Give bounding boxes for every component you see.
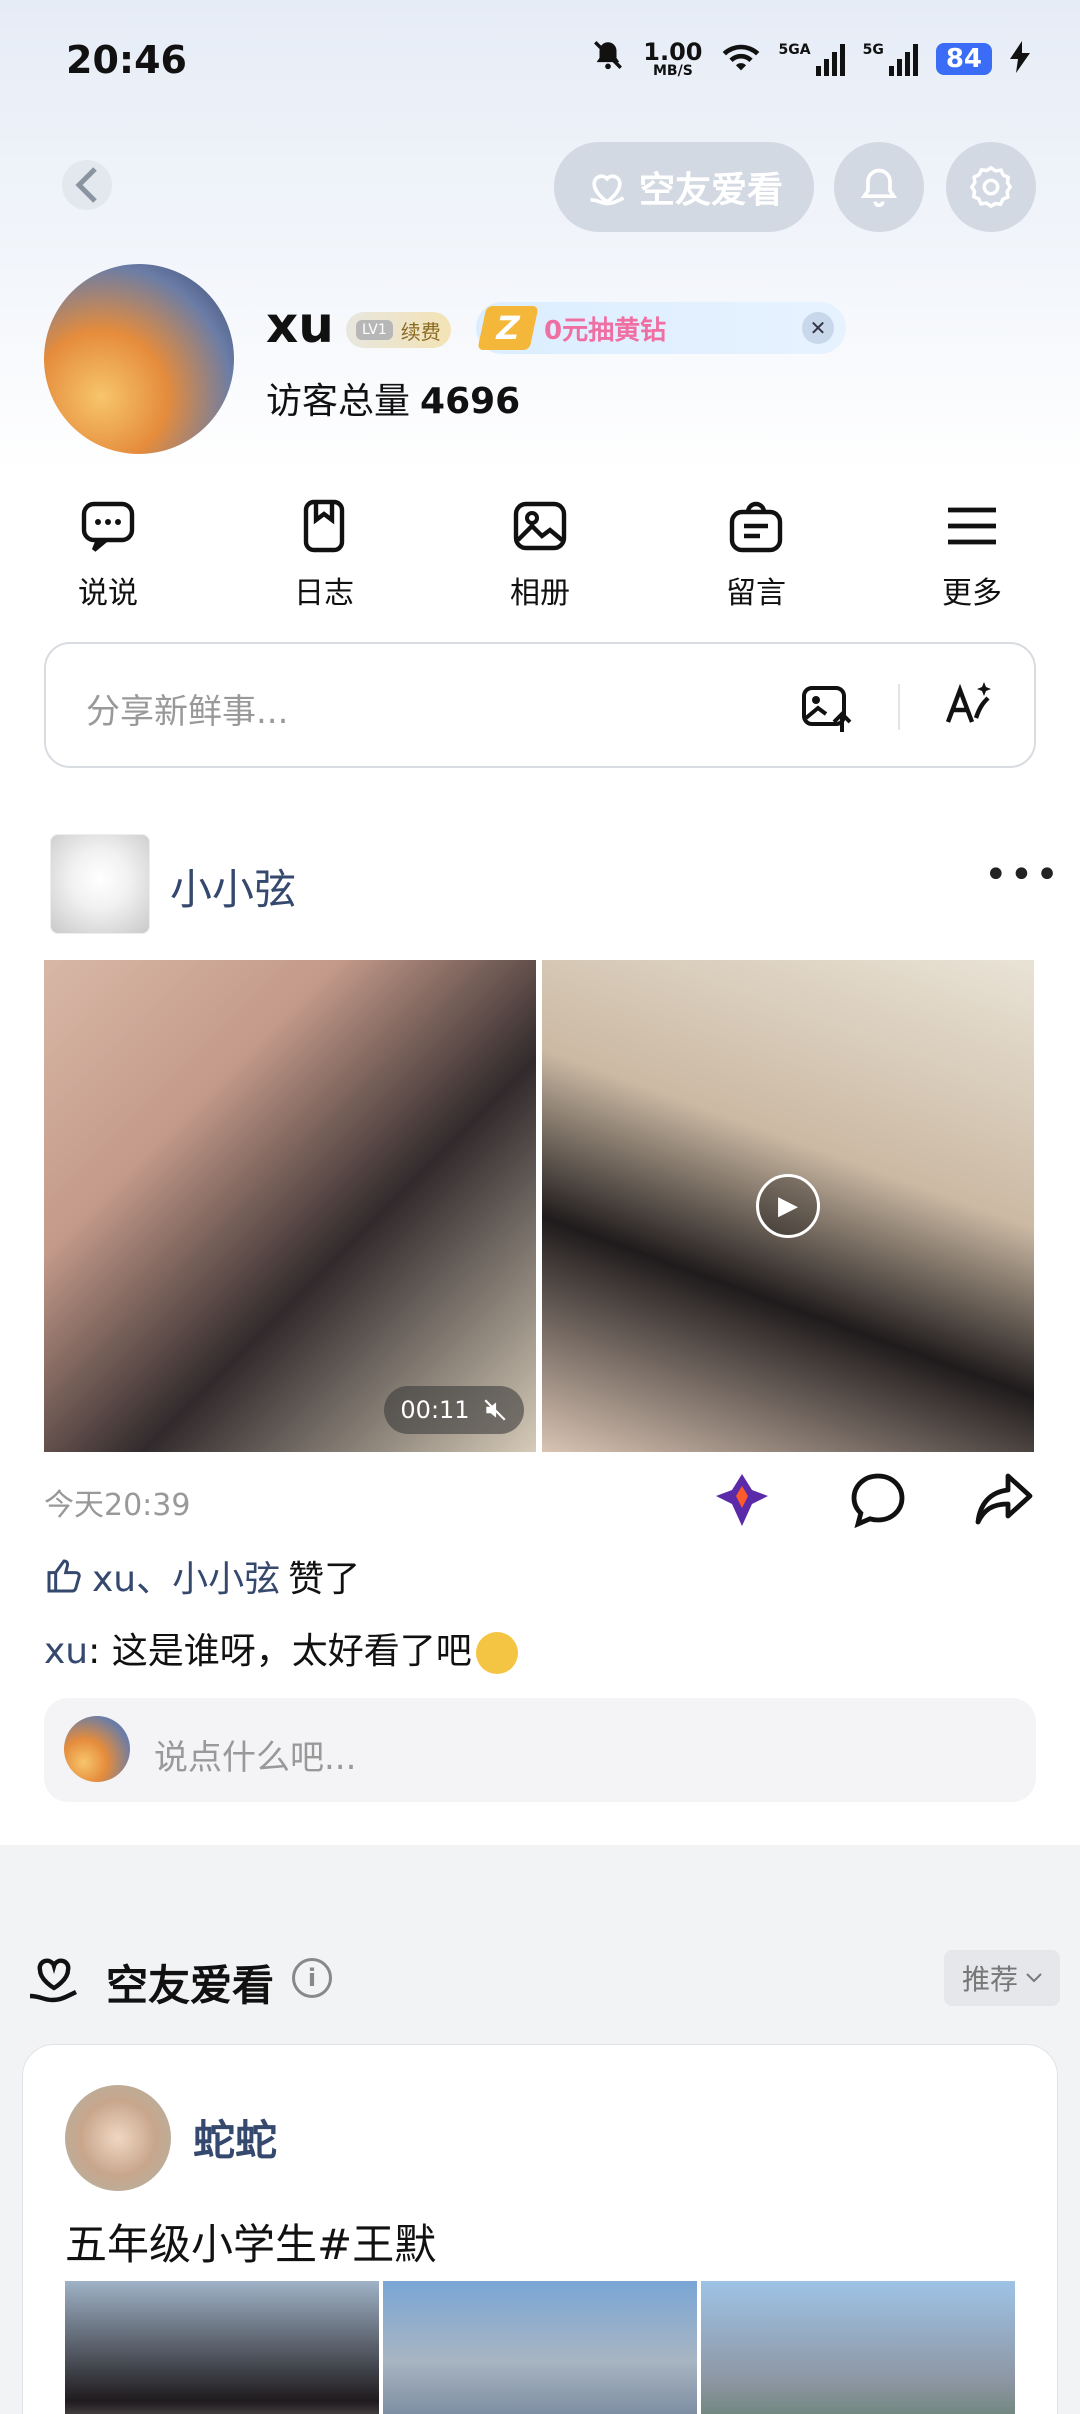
rec-author-avatar[interactable] xyxy=(65,2085,171,2191)
promo-text: 0元抽黄钻 xyxy=(544,315,667,346)
filter-label: 推荐 xyxy=(961,1963,1018,1996)
visitor-count: 访客总量 4696 xyxy=(266,372,520,424)
mute-bell-icon xyxy=(591,38,625,80)
heart-hand-icon xyxy=(590,174,625,206)
status-time: 20:46 xyxy=(66,38,187,82)
settings-button[interactable] xyxy=(946,142,1036,232)
feature-button-label: 空友爱看 xyxy=(638,170,783,211)
likes-names[interactable]: xu、小小弦 xyxy=(92,1550,280,1602)
comment-author[interactable]: xu xyxy=(44,1631,88,1672)
quick-nav-label: 更多 xyxy=(942,576,1002,611)
thumbs-up-icon[interactable] xyxy=(44,1556,84,1596)
vip-badge[interactable]: LV1 续费 xyxy=(346,312,451,348)
speech-bubble-icon xyxy=(81,501,135,552)
mute-icon[interactable] xyxy=(482,1397,508,1423)
share-icon[interactable] xyxy=(972,1468,1036,1532)
feature-button[interactable]: 空友爱看 xyxy=(554,142,814,232)
more-options-icon[interactable]: ••• xyxy=(984,852,1061,898)
signal-icon-sim1: 5GA xyxy=(779,42,845,76)
comment-row: xu: 这是谁呀，太好看了吧 xyxy=(44,1622,518,1674)
quick-nav-label: 说说 xyxy=(78,576,138,611)
quick-nav-album[interactable]: 相册 xyxy=(432,496,648,612)
back-button[interactable] xyxy=(62,160,112,210)
gift-badge-icon[interactable] xyxy=(710,1468,774,1532)
info-icon[interactable]: i xyxy=(292,1958,332,1998)
comment-icon[interactable] xyxy=(846,1468,910,1532)
visitors-label: 访客总量 xyxy=(266,381,411,422)
post-video-1[interactable]: 00:11 xyxy=(44,960,536,1452)
quick-nav: 说说 日志 相册 留言 更多 xyxy=(0,496,1080,612)
network-speed: 1.00 MB/S xyxy=(643,40,702,78)
yellow-diamond-icon: Z xyxy=(477,306,539,350)
rec-image-3[interactable] xyxy=(701,2281,1015,2414)
rec-image-1[interactable] xyxy=(65,2281,379,2414)
profile-username: xu xyxy=(266,296,334,354)
rec-image-2[interactable] xyxy=(383,2281,697,2414)
chevron-left-icon xyxy=(75,167,97,203)
visitors-number: 4696 xyxy=(420,381,521,422)
quick-nav-shuoshuo[interactable]: 说说 xyxy=(0,496,216,612)
wifi-icon xyxy=(721,41,761,77)
heart-hand-icon xyxy=(29,1958,77,2003)
message-board-icon xyxy=(729,501,783,553)
recommend-filter-dropdown[interactable]: 推荐 xyxy=(944,1950,1060,2006)
notifications-button[interactable] xyxy=(834,142,924,232)
quick-nav-label: 相册 xyxy=(510,576,570,611)
reply-avatar xyxy=(64,1716,130,1782)
quick-nav-messages[interactable]: 留言 xyxy=(648,496,864,612)
duration-text: 00:11 xyxy=(400,1396,470,1424)
quick-nav-label: 日志 xyxy=(294,576,354,611)
video-duration: 00:11 xyxy=(384,1386,524,1434)
emoji-icon xyxy=(475,1632,518,1674)
quick-nav-more[interactable]: 更多 xyxy=(864,496,1080,612)
recommend-post-card[interactable]: 蛇蛇 五年级小学生#王默 xyxy=(22,2044,1058,2414)
image-icon xyxy=(513,501,567,551)
close-icon[interactable]: ✕ xyxy=(802,312,834,344)
menu-icon xyxy=(948,507,996,545)
play-icon[interactable]: ▶ xyxy=(756,1174,820,1238)
upload-image-icon[interactable] xyxy=(800,680,856,736)
composer-placeholder: 分享新鲜事... xyxy=(86,692,289,732)
renew-label: 续费 xyxy=(400,319,441,344)
reply-placeholder: 说点什么吧... xyxy=(154,1738,357,1778)
likes-suffix: 赞了 xyxy=(288,1559,361,1600)
post-author-avatar[interactable] xyxy=(50,834,150,934)
charging-icon xyxy=(1010,41,1030,77)
bell-icon xyxy=(860,168,898,208)
bookmark-icon xyxy=(303,499,345,553)
post-author-name[interactable]: 小小弦 xyxy=(170,856,296,917)
battery-level: 84 xyxy=(935,43,992,75)
post-composer[interactable]: 分享新鲜事... xyxy=(44,642,1036,768)
composer-divider xyxy=(898,684,900,730)
quick-nav-label: 留言 xyxy=(726,576,786,611)
comment-text: : 这是谁呀，太好看了吧 xyxy=(88,1631,472,1672)
signal-icon-sim2: 5G xyxy=(863,42,918,76)
sim2-label: 5G xyxy=(862,42,884,58)
likes-row: xu、小小弦 赞了 xyxy=(44,1550,360,1602)
rec-author-name[interactable]: 蛇蛇 xyxy=(193,2107,277,2168)
post-time: 今天20:39 xyxy=(44,1488,191,1523)
network-speed-unit: MB/S xyxy=(652,63,693,79)
sim1-label: 5GA xyxy=(778,42,811,58)
ai-sparkle-icon[interactable] xyxy=(940,678,996,734)
level-badge: LV1 xyxy=(356,320,393,340)
status-icons: 1.00 MB/S 5GA 5G 84 xyxy=(591,38,1030,80)
network-speed-value: 1.00 xyxy=(643,38,703,66)
gear-icon xyxy=(969,165,1013,209)
post-video-2[interactable]: ▶ xyxy=(542,960,1034,1452)
section-title: 空友爱看 xyxy=(106,1961,275,2010)
chevron-down-icon xyxy=(1026,1973,1042,1983)
rec-post-text: 五年级小学生#王默 xyxy=(65,2220,437,2269)
reply-input[interactable]: 说点什么吧... xyxy=(44,1698,1036,1802)
profile-avatar[interactable] xyxy=(44,264,234,454)
quick-nav-blog[interactable]: 日志 xyxy=(216,496,432,612)
promo-banner[interactable]: Z 0元抽黄钻 ✕ xyxy=(476,302,846,354)
